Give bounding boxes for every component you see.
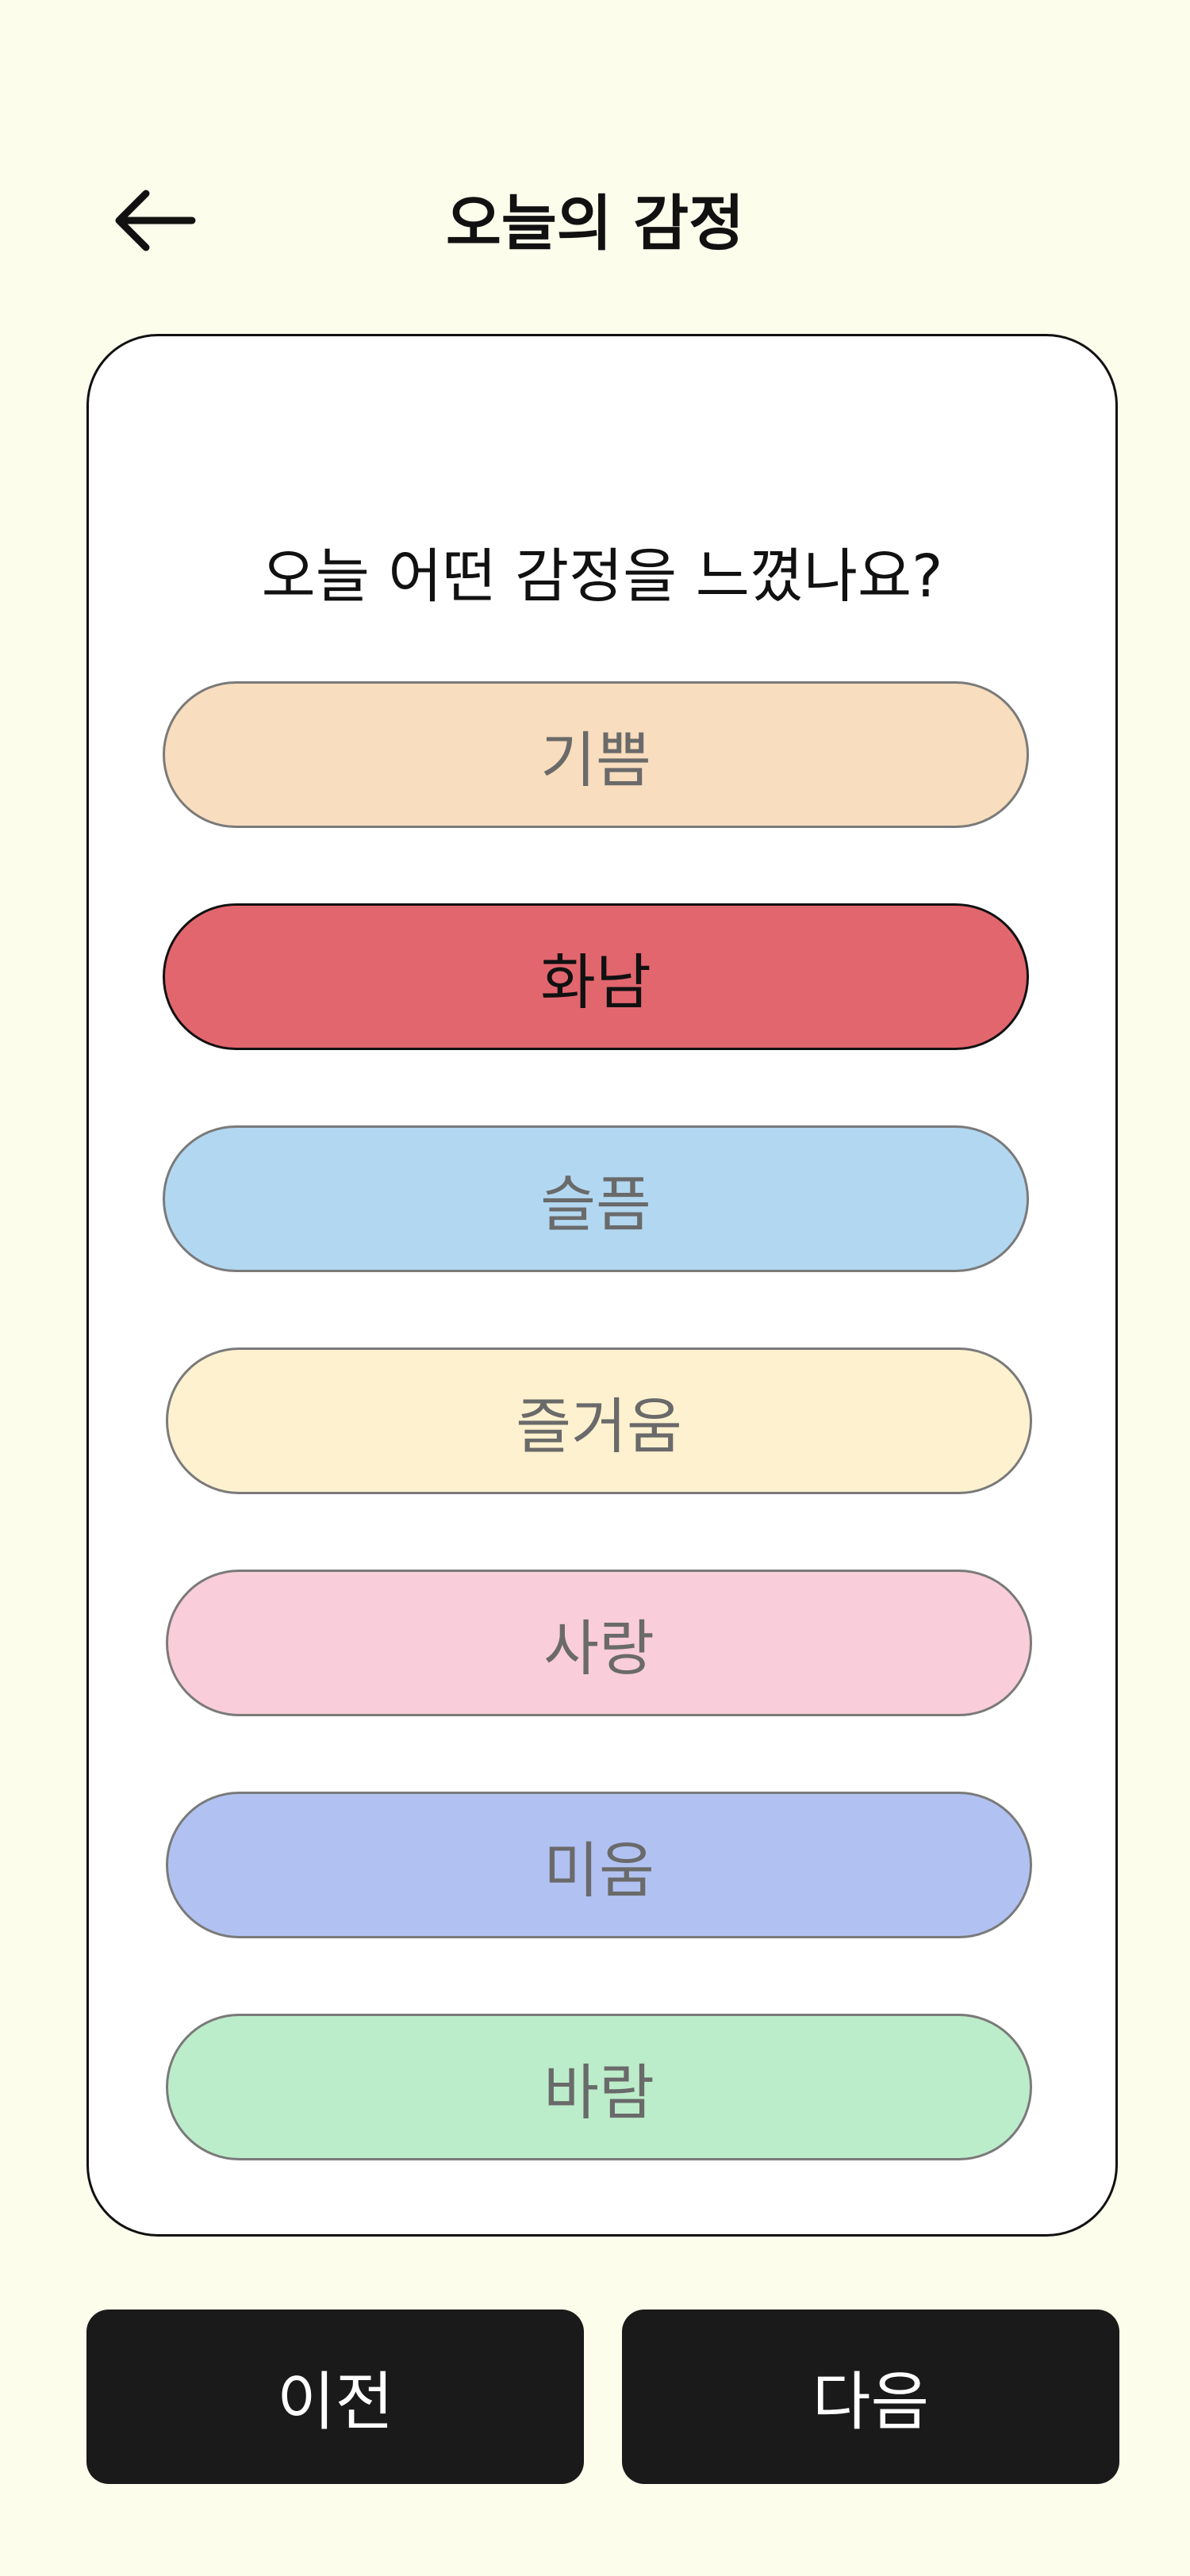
emotion-option-wish[interactable]: 바람 — [166, 2014, 1032, 2160]
emotion-option-joy[interactable]: 기쁨 — [163, 681, 1029, 828]
emotion-option-pleasure[interactable]: 즐거움 — [166, 1347, 1032, 1494]
previous-button[interactable]: 이전 — [86, 2310, 584, 2484]
question-text: 오늘 어떤 감정을 느꼈나요? — [261, 542, 943, 611]
emotion-card: 오늘 어떤 감정을 느꼈나요? 기쁨 화남 슬픔 즐거움 사랑 미움 바람 — [86, 334, 1118, 2237]
emotion-option-anger[interactable]: 화남 — [163, 903, 1029, 1050]
emotion-option-sadness[interactable]: 슬픔 — [163, 1125, 1029, 1272]
next-button[interactable]: 다음 — [622, 2310, 1119, 2484]
page-title: 오늘의 감정 — [445, 188, 745, 259]
emotion-option-hate[interactable]: 미움 — [166, 1792, 1032, 1938]
emotion-option-love[interactable]: 사랑 — [166, 1570, 1032, 1716]
